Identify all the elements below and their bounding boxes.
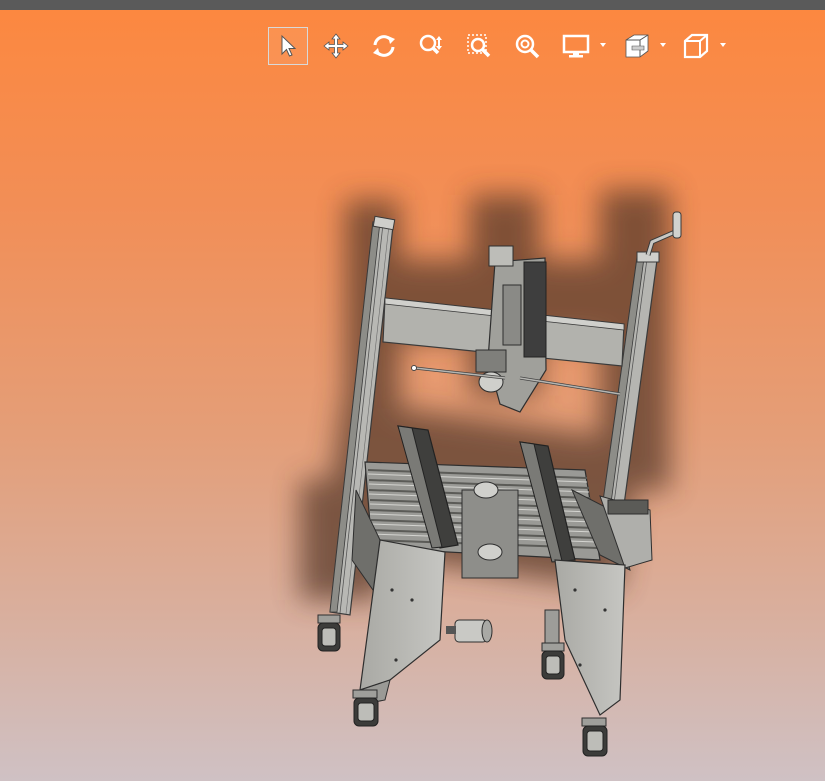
zoom-window-icon: [467, 34, 491, 58]
select-tool-button[interactable]: [268, 27, 308, 65]
chevron-down-icon: [720, 43, 726, 47]
zoom-fit-button[interactable]: [508, 27, 548, 65]
section-view-dropdown[interactable]: [616, 27, 668, 65]
view-toolbar: [268, 26, 736, 66]
3d-viewport[interactable]: [0, 10, 825, 781]
case-taping-machine-model[interactable]: [0, 10, 825, 781]
zoom-window-button[interactable]: [460, 27, 500, 65]
pan-tool-button[interactable]: [316, 27, 356, 65]
monitor-icon: [562, 34, 590, 58]
bottom-motor: [446, 619, 493, 643]
chevron-down-icon: [660, 43, 666, 47]
display-mode-dropdown[interactable]: [556, 27, 608, 65]
right-leg: [544, 559, 626, 716]
move-arrows-icon: [323, 33, 349, 59]
zoom-fit-icon: [515, 34, 540, 59]
chevron-down-icon: [600, 43, 606, 47]
zoom-arrows-icon: [419, 34, 442, 55]
cursor-arrow-icon: [281, 34, 297, 57]
rotate-arrows-icon: [373, 35, 395, 57]
section-cube-icon: [625, 34, 649, 58]
standard-view-dropdown[interactable]: [676, 27, 728, 65]
rotate-tool-button[interactable]: [364, 27, 404, 65]
view-cube-icon: [683, 33, 709, 59]
window-top-strip: [0, 0, 825, 10]
zoom-tool-button[interactable]: [412, 27, 452, 65]
